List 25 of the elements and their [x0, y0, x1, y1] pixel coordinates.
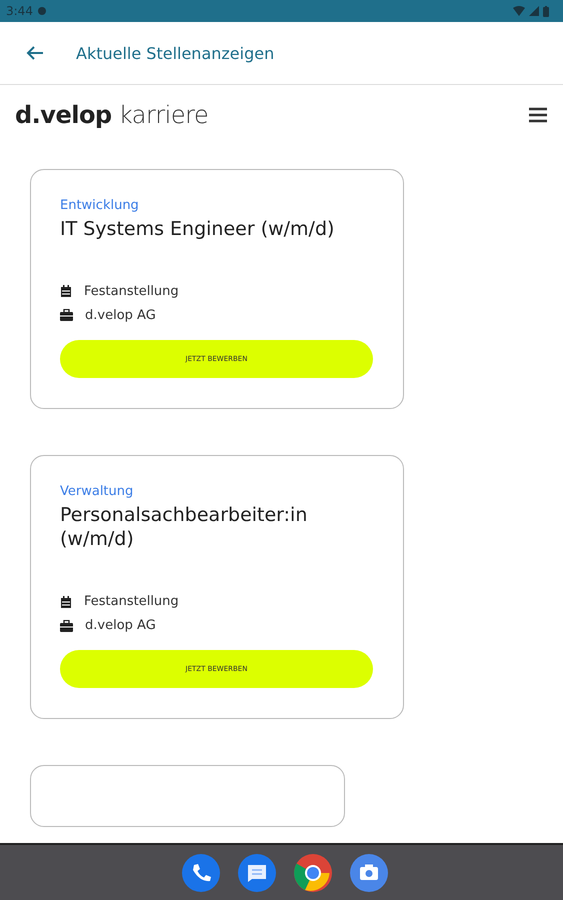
- message-icon[interactable]: [238, 854, 276, 892]
- job-detail: d.velop AG: [85, 618, 156, 634]
- job-category: Verwaltung: [60, 484, 134, 499]
- job-detail: d.velop AG: [85, 308, 156, 323]
- phone-icon[interactable]: [182, 854, 220, 892]
- camera-icon[interactable]: [350, 854, 388, 892]
- wifi-icon: [513, 6, 525, 16]
- job-detail: Festanstellung: [84, 284, 179, 299]
- status-time: 3:44: [6, 4, 33, 18]
- calendar-icon: [60, 596, 72, 608]
- job-title: IT Systems Engineer (w/m/d): [60, 217, 336, 242]
- job-detail: Festanstellung: [84, 594, 179, 610]
- back-arrow-icon[interactable]: [26, 45, 44, 61]
- menu-icon[interactable]: [529, 107, 547, 123]
- briefcase-icon: [60, 309, 73, 322]
- job-category: Entwicklung: [60, 198, 140, 213]
- notification-icon: [36, 6, 47, 16]
- job-title: Personalsachbearbeiter:in (w/m/d): [60, 502, 308, 552]
- page-title: Aktuelle Stellenanzeigen: [76, 44, 274, 62]
- briefcase-icon: [60, 620, 73, 632]
- battery-icon: [543, 6, 549, 16]
- logo: d.velop karriere: [15, 101, 208, 129]
- signal-icon: [529, 6, 539, 16]
- browser-icon[interactable]: [294, 854, 332, 892]
- calendar-icon: [60, 285, 72, 298]
